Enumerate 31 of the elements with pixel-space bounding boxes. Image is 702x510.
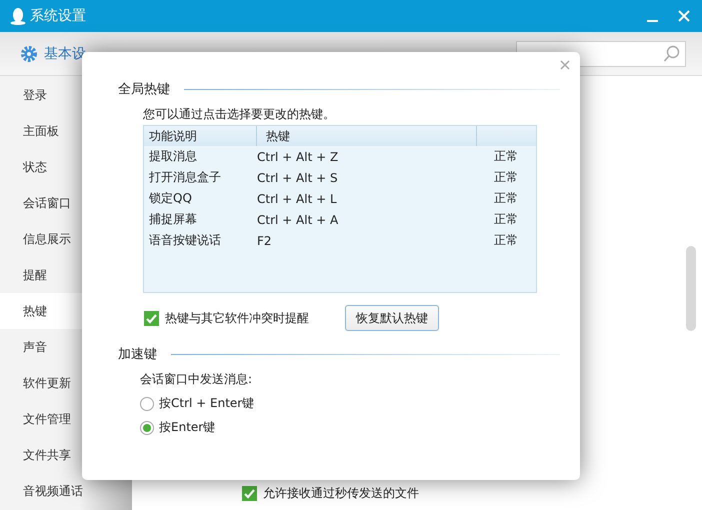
scrollbar-thumb[interactable] (686, 246, 696, 331)
section-title: 加速键 (118, 346, 157, 363)
instruction-text: 您可以通过点击选择要更改的热键。 (143, 106, 336, 123)
table-row[interactable]: 打开消息盒子 Ctrl + Alt + S 正常 (144, 167, 536, 188)
gear-icon (20, 44, 38, 62)
minimize-icon (646, 20, 658, 22)
table-row[interactable]: 捕捉屏幕 Ctrl + Alt + A 正常 (144, 209, 536, 230)
column-header[interactable]: 功能说明 (144, 126, 257, 146)
search-icon (663, 44, 681, 62)
section-title: 全局热键 (118, 81, 170, 98)
table-row[interactable]: 提取消息 Ctrl + Alt + Z 正常 (144, 146, 536, 167)
checkbox-label: 热键与其它软件冲突时提醒 (165, 310, 309, 326)
checkbox[interactable] (144, 310, 159, 326)
column-header[interactable]: 热键 (257, 126, 477, 146)
field-label: 会话窗口中发送消息: (140, 371, 254, 388)
radio-button[interactable] (140, 420, 154, 434)
checkbox[interactable] (242, 486, 257, 501)
radio-label: 按Ctrl + Enter键 (159, 395, 254, 412)
radio-label: 按Enter键 (159, 419, 216, 436)
close-button[interactable] (558, 58, 572, 72)
checkbox-label: 允许接收通过秒传发送的文件 (263, 485, 419, 502)
checkmark-icon (145, 312, 158, 324)
table-row[interactable]: 语音按键说话 F2 正常 (144, 230, 536, 251)
checkmark-icon (243, 487, 256, 500)
close-icon (560, 60, 570, 70)
window-title: 系统设置 (30, 7, 86, 25)
table-row[interactable]: 锁定QQ Ctrl + Alt + L 正常 (144, 188, 536, 209)
close-icon (678, 10, 690, 22)
sidebar-item[interactable]: 音视频通话 (0, 473, 132, 509)
restore-defaults-button[interactable]: 恢复默认热键 (345, 305, 439, 331)
radio-button[interactable] (140, 396, 154, 410)
